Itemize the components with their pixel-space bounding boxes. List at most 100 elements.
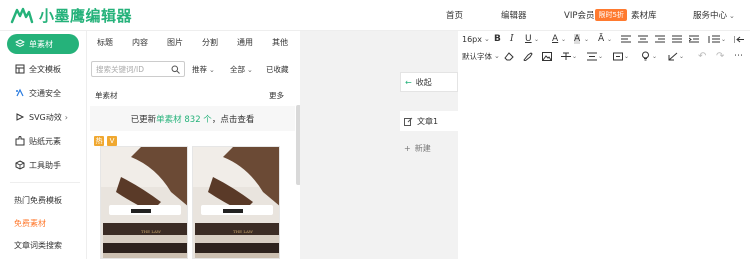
material-thumbnail[interactable]: THE LAW (192, 146, 280, 259)
favorites-filter[interactable]: 已收藏 (266, 64, 289, 75)
update-notice[interactable]: 已更新 单素材 832 个 ，点击查看 (90, 106, 295, 131)
font-family-value: 默认字体 (462, 51, 492, 61)
font-size-select[interactable]: 16px ⌄ (462, 31, 490, 47)
eraser-icon[interactable] (504, 48, 514, 64)
sidebar-item-stickers[interactable]: 贴纸元素 (14, 133, 61, 149)
material-thumbnail[interactable]: THE LAW (100, 146, 188, 259)
sidebar-item-label: 工具助手 (29, 160, 61, 170)
chevron-down-icon[interactable]: ⌄ (721, 31, 726, 47)
bold-icon[interactable]: B (494, 31, 501, 47)
strikethrough-icon[interactable] (561, 48, 571, 64)
chevron-down-icon[interactable]: ⌄ (598, 48, 603, 64)
font-size-value: 16px (462, 34, 482, 44)
chevron-down-icon[interactable]: ⌄ (584, 31, 589, 47)
chevron-down-icon[interactable]: ⌄ (561, 31, 566, 47)
nav-editor[interactable]: 编辑器 (501, 9, 527, 21)
chevron-down-icon[interactable]: ⌄ (572, 48, 577, 64)
chevron-down-icon: ⌄ (484, 35, 490, 43)
indent-icon[interactable] (689, 31, 699, 47)
chevron-down-icon[interactable]: ⌄ (624, 48, 629, 64)
letter-spacing-icon[interactable] (613, 48, 623, 64)
search-icon[interactable] (171, 65, 180, 74)
image-icon[interactable] (542, 48, 552, 64)
toolbar-row-2: 默认字体 ⌄ ⌄ ⌄ ⌄ ⌄ ⌄ ↶ ↷ ⋯ (458, 48, 750, 64)
logo-text: 小墨鹰编辑器 (39, 6, 133, 25)
tab-content[interactable]: 内容 (132, 37, 148, 48)
chevron-right-icon: › (64, 112, 68, 122)
clear-format-icon[interactable]: Ā (598, 31, 604, 47)
new-article-button[interactable]: + 新建 (400, 138, 458, 158)
arrow-icon[interactable] (668, 48, 678, 64)
fullscreen-exit-icon[interactable] (734, 31, 744, 47)
vip-badge: V (107, 136, 117, 146)
sidebar-item-single-material[interactable]: 单素材 (7, 34, 79, 54)
nav-service[interactable]: 服务中心 ⌄ (693, 9, 735, 21)
link-free-materials[interactable]: 免费素材 (14, 218, 46, 229)
new-article-label: 新建 (414, 143, 431, 153)
chevron-down-icon[interactable]: ⌄ (534, 31, 539, 47)
sidebar-divider (10, 182, 80, 183)
align-right-icon[interactable] (655, 31, 665, 47)
align-center-icon[interactable] (638, 31, 648, 47)
more-options-icon[interactable]: ⋯ (734, 48, 743, 64)
tab-general[interactable]: 通用 (237, 37, 253, 48)
sidebar-item-label: 贴纸元素 (29, 136, 61, 146)
rich-text-editor[interactable]: 16px ⌄ B I U ⌄ A ⌄ A ⌄ Ā ⌄ ⌄ 默认字体 ⌄ ⌄ ⌄ … (458, 31, 750, 259)
link-article-search[interactable]: 文章词类搜索 (14, 240, 62, 251)
layers-icon (15, 39, 26, 50)
tab-image[interactable]: 图片 (167, 37, 183, 48)
article-label: 文章1 (417, 116, 439, 126)
align-justify-icon[interactable] (672, 31, 682, 47)
material-panel: 标题 内容 图片 分割 通用 其他 搜索关键词/ID 推荐 ⌄ 全部 ⌄ 已收藏 单… (88, 31, 301, 259)
scope-label: 全部 (230, 65, 245, 74)
nav-service-label: 服务中心 (693, 11, 728, 21)
chevron-down-icon[interactable]: ⌄ (679, 48, 684, 64)
chevron-down-icon: ⌄ (247, 66, 253, 74)
plus-icon: + (404, 143, 411, 153)
tab-title[interactable]: 标题 (97, 37, 113, 48)
chevron-down-icon: ⌄ (494, 52, 500, 60)
chevron-down-icon[interactable]: ⌄ (607, 31, 612, 47)
more-link[interactable]: 更多 (269, 90, 284, 101)
search-input[interactable]: 搜索关键词/ID (91, 61, 185, 77)
italic-icon[interactable]: I (510, 31, 514, 47)
update-suffix: ，点击查看 (211, 114, 255, 125)
chevron-down-icon[interactable]: ⌄ (652, 48, 657, 64)
nav-library[interactable]: 素材库 (631, 9, 657, 21)
nav-home[interactable]: 首页 (446, 9, 463, 21)
sidebar-item-traffic-safety[interactable]: 交通安全 (14, 85, 61, 101)
sidebar-item-svg-animation[interactable]: SVG动效 › (14, 109, 68, 125)
svg-text:THE LAW: THE LAW (233, 229, 254, 234)
template-icon (14, 64, 25, 75)
redo-icon[interactable]: ↷ (716, 48, 724, 64)
format-painter-icon[interactable] (523, 48, 533, 64)
undo-icon[interactable]: ↶ (698, 48, 706, 64)
top-bar: 小墨鹰编辑器 首页 编辑器 VIP会员 限时5折 素材库 服务中心 ⌄ (0, 0, 750, 31)
tab-other[interactable]: 其他 (272, 37, 288, 48)
sidebar-item-tools[interactable]: 工具助手 (14, 157, 61, 173)
sort-dropdown[interactable]: 推荐 ⌄ (192, 64, 215, 75)
nav-vip[interactable]: VIP会员 限时5折 (564, 9, 627, 21)
font-family-select[interactable]: 默认字体 ⌄ (462, 48, 500, 64)
logo[interactable]: 小墨鹰编辑器 (10, 4, 132, 26)
bulb-icon[interactable] (641, 48, 650, 64)
collapse-button[interactable]: ← 收起 (400, 72, 458, 92)
tab-divider[interactable]: 分割 (202, 37, 218, 48)
font-color-icon[interactable]: A (552, 31, 558, 47)
material-tabs: 标题 内容 图片 分割 通用 其他 (88, 37, 300, 51)
sidebar-item-full-template[interactable]: 全文模板 (14, 61, 61, 77)
align-left-icon[interactable] (621, 31, 631, 47)
scope-dropdown[interactable]: 全部 ⌄ (230, 64, 253, 75)
line-height-icon[interactable] (708, 31, 720, 47)
sort-label: 推荐 (192, 65, 207, 74)
book-photo-image: THE LAW (101, 147, 187, 258)
underline-icon[interactable]: U (525, 31, 532, 47)
highlight-color-icon[interactable]: A (574, 34, 581, 44)
edit-icon (404, 117, 413, 126)
paragraph-spacing-icon[interactable] (587, 48, 597, 64)
collapse-label: 收起 (415, 77, 432, 87)
nav-vip-label: VIP会员 (564, 11, 595, 21)
article-item[interactable]: 文章1 (400, 111, 458, 131)
link-hot-free-templates[interactable]: 热门免费模板 (14, 195, 62, 206)
search-placeholder: 搜索关键词/ID (96, 64, 145, 74)
